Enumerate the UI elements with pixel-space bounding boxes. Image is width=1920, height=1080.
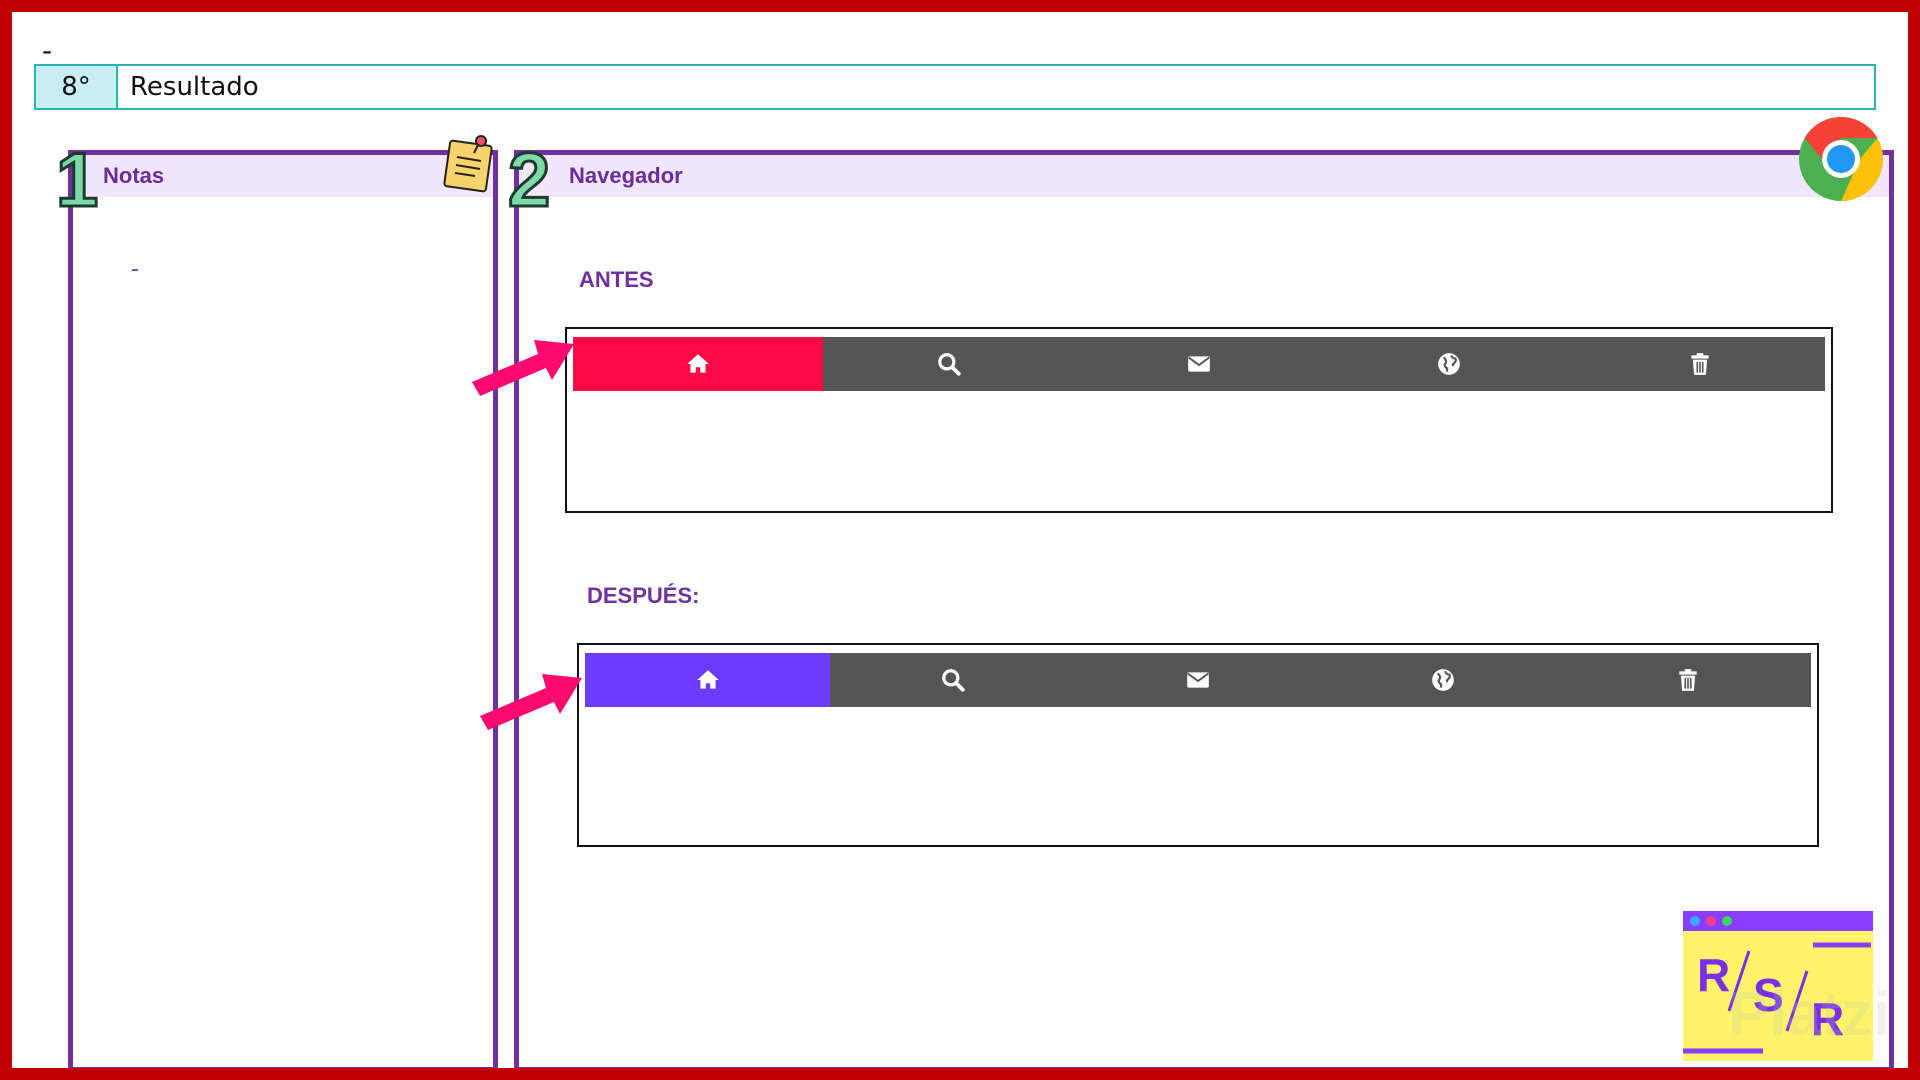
top-dash: -: [42, 34, 53, 67]
trash-icon: [1691, 353, 1709, 375]
notes-title: Notas: [103, 163, 165, 188]
globe-icon: [1432, 669, 1455, 691]
before-label: ANTES: [579, 267, 654, 292]
after-label: DESPUÉS:: [587, 583, 700, 608]
notes-panel: Notas -: [68, 135, 498, 1068]
number-two-icon: 2: [507, 138, 552, 216]
before-frame: [565, 327, 1833, 513]
trash-icon: [1679, 669, 1698, 691]
nav-globe[interactable]: [1324, 337, 1574, 391]
browser-header: Navegador: [519, 155, 1889, 197]
step-bar: 8° Resultado: [34, 64, 1876, 110]
nav-home[interactable]: [573, 337, 824, 391]
nav-home[interactable]: [585, 653, 831, 707]
nav-mail[interactable]: [1075, 653, 1320, 707]
home-icon: [687, 354, 710, 373]
search-icon: [937, 353, 961, 376]
arrow-after-icon: [480, 674, 582, 730]
platzi-watermark: Platzi: [1728, 980, 1890, 1049]
notes-header: Notas: [73, 155, 493, 197]
slide-canvas: - 8° Resultado Notas - 1 Navegador ANTES: [12, 12, 1908, 1068]
nav-search[interactable]: [823, 337, 1073, 391]
search-icon: [941, 669, 965, 692]
nav-mail[interactable]: [1074, 337, 1324, 391]
sticky-note-icon: [443, 135, 493, 193]
nav-search[interactable]: [830, 653, 1075, 707]
browser-title: Navegador: [569, 163, 683, 188]
nav-trash[interactable]: [1566, 653, 1811, 707]
step-title: Resultado: [130, 72, 259, 102]
home-icon: [696, 670, 719, 689]
after-navbar: [585, 653, 1811, 707]
arrow-before-icon: [472, 340, 574, 396]
svg-text:R: R: [1697, 949, 1730, 1001]
browser-panel: Navegador ANTES DESPUÉS: R S R: [514, 150, 1894, 1068]
step-number: 8°: [36, 66, 118, 108]
number-one-icon: 1: [55, 138, 100, 216]
number-one-text: 1: [56, 138, 98, 216]
mail-icon: [1188, 356, 1210, 372]
notes-body: -: [131, 257, 139, 282]
mail-icon: [1187, 672, 1209, 688]
before-navbar: [573, 337, 1825, 391]
chrome-icon: [1799, 116, 1884, 201]
after-frame: [577, 643, 1819, 847]
number-two-text: 2: [508, 138, 550, 216]
nav-trash[interactable]: [1575, 337, 1825, 391]
globe-icon: [1438, 353, 1461, 375]
nav-globe[interactable]: [1321, 653, 1566, 707]
